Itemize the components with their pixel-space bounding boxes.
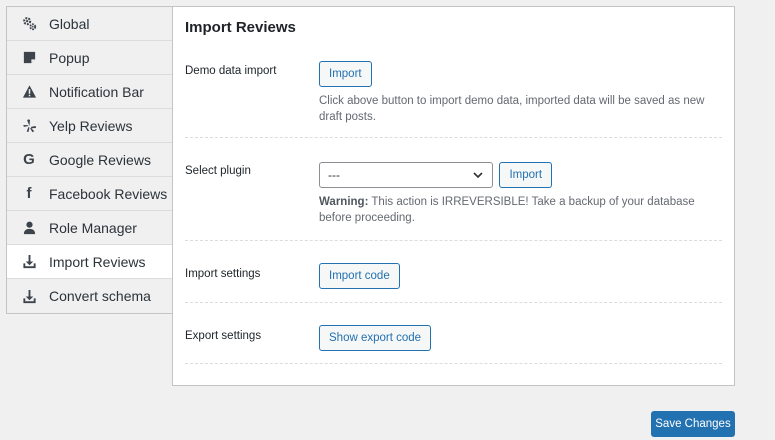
demo-import-label: Demo data import — [185, 65, 277, 77]
sidebar-item-label: Convert schema — [49, 288, 151, 304]
demo-import-button[interactable]: Import — [319, 61, 372, 87]
select-plugin-label: Select plugin — [185, 165, 251, 177]
plugin-select-value: --- — [328, 168, 340, 182]
plugin-import-button[interactable]: Import — [499, 162, 553, 188]
sidebar-item-global[interactable]: Global — [7, 7, 172, 41]
import-reviews-panel: Import Reviews Demo data import Import C… — [172, 6, 735, 386]
import-settings-row: Import settings Import code — [185, 241, 722, 303]
settings-sidebar: Global Popup Notification Bar Yelp Revie… — [6, 6, 172, 314]
import-settings-label: Import settings — [185, 268, 261, 280]
export-settings-row: Export settings Show export code — [185, 303, 722, 364]
facebook-icon: f — [26, 185, 32, 202]
warning-prefix: Warning: — [319, 196, 369, 208]
download-icon — [21, 288, 37, 304]
select-plugin-row: Select plugin --- Import Warning: This a… — [185, 138, 722, 241]
yelp-icon — [21, 118, 37, 134]
sidebar-item-popup[interactable]: Popup — [7, 41, 172, 75]
plugin-warning: Warning: This action is IRREVERSIBLE! Ta… — [319, 194, 719, 226]
page-title: Import Reviews — [185, 19, 296, 36]
sidebar-item-label: Yelp Reviews — [49, 117, 133, 134]
save-changes-button[interactable]: Save Changes — [651, 411, 735, 437]
google-icon: G — [23, 151, 35, 168]
chevron-down-icon — [473, 172, 483, 179]
sidebar-item-notification-bar[interactable]: Notification Bar — [7, 75, 172, 109]
download-icon — [21, 254, 37, 270]
sidebar-item-label: Google Reviews — [49, 151, 151, 168]
demo-import-description: Click above button to import demo data, … — [319, 95, 705, 123]
import-code-button[interactable]: Import code — [319, 263, 400, 289]
note-icon — [21, 50, 37, 66]
export-settings-label: Export settings — [185, 330, 262, 342]
warning-text: This action is IRREVERSIBLE! Take a back… — [319, 196, 695, 224]
sidebar-item-import-reviews[interactable]: Import Reviews — [7, 245, 172, 279]
sidebar-item-facebook-reviews[interactable]: f Facebook Reviews — [7, 177, 172, 211]
sidebar-item-convert-schema[interactable]: Convert schema — [7, 279, 172, 313]
demo-import-row: Demo data import Import Click above butt… — [185, 61, 722, 138]
sidebar-item-label: Facebook Reviews — [49, 185, 168, 202]
sidebar-item-google-reviews[interactable]: G Google Reviews — [7, 143, 172, 177]
sidebar-item-role-manager[interactable]: Role Manager — [7, 211, 172, 245]
sidebar-item-label: Import Reviews — [49, 253, 146, 270]
sidebar-item-label: Notification Bar — [49, 83, 144, 100]
sidebar-item-yelp-reviews[interactable]: Yelp Reviews — [7, 109, 172, 143]
sidebar-item-label: Popup — [49, 49, 90, 66]
warning-icon — [21, 84, 37, 100]
show-export-code-button[interactable]: Show export code — [319, 325, 432, 351]
gears-icon — [21, 16, 37, 32]
sidebar-item-label: Global — [49, 15, 90, 32]
sidebar-item-label: Role Manager — [49, 219, 137, 236]
plugin-select[interactable]: --- — [319, 162, 493, 188]
user-icon — [21, 220, 37, 236]
